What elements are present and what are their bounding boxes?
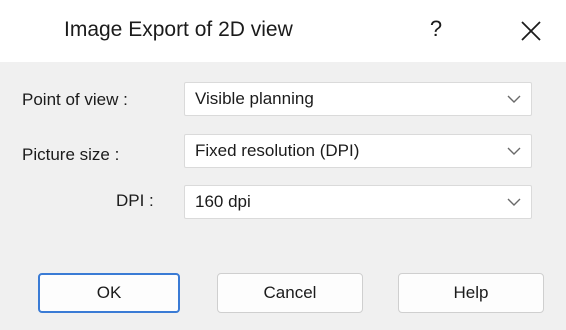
cancel-button[interactable]: Cancel xyxy=(217,273,363,313)
close-icon[interactable] xyxy=(518,18,544,44)
help-icon[interactable]: ? xyxy=(424,14,448,44)
dpi-value: 160 dpi xyxy=(195,192,251,211)
chevron-down-icon xyxy=(507,147,521,155)
picture-size-select[interactable]: Fixed resolution (DPI) xyxy=(184,134,532,168)
picture-size-label: Picture size : xyxy=(22,145,120,164)
dpi-label: DPI : xyxy=(116,191,154,210)
chevron-down-icon xyxy=(507,198,521,206)
point-of-view-label: Point of view : xyxy=(22,90,128,109)
picture-size-value: Fixed resolution (DPI) xyxy=(195,141,360,160)
point-of-view-select[interactable]: Visible planning xyxy=(184,82,532,116)
help-button[interactable]: Help xyxy=(398,273,544,313)
point-of-view-value: Visible planning xyxy=(195,89,314,108)
ok-button[interactable]: OK xyxy=(38,273,180,313)
title-bar: Image Export of 2D view ? xyxy=(0,0,566,62)
dpi-select[interactable]: 160 dpi xyxy=(184,185,532,219)
image-export-dialog: Image Export of 2D view ? Point of view … xyxy=(0,0,566,330)
dialog-title: Image Export of 2D view xyxy=(64,18,293,41)
chevron-down-icon xyxy=(507,95,521,103)
